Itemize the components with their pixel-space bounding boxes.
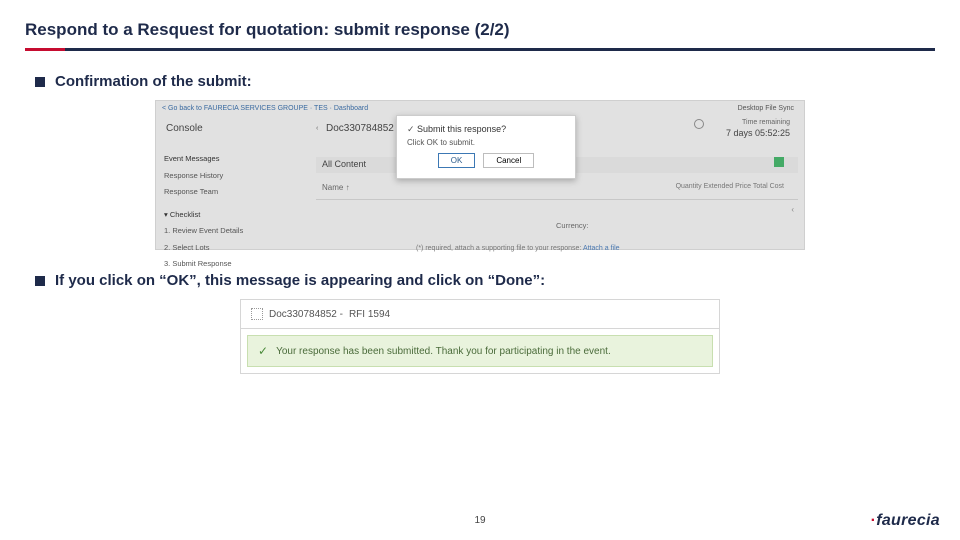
doc-number: Doc330784852 - (269, 309, 343, 320)
bullet-icon (35, 77, 45, 87)
brand-logo: ·faurecia (871, 512, 940, 530)
clock-icon (694, 119, 704, 129)
desktop-file-sync: Desktop File Sync (738, 105, 794, 112)
table-menu-icon[interactable] (774, 157, 784, 167)
title-rule (25, 48, 935, 51)
currency-label: Currency: (556, 221, 589, 230)
screenshot-submit-dialog: < Go back to FAURECIA SERVICES GROUPE · … (155, 100, 805, 250)
attach-hint: (*) required, attach a supporting file t… (416, 245, 620, 252)
dialog-subtitle: Click OK to submit. (407, 138, 565, 147)
collapse-caret-icon[interactable]: ‹ (791, 205, 794, 214)
slide-title: Respond to a Resquest for quotation: sub… (25, 20, 935, 40)
bullet-1: Confirmation of the submit: (35, 73, 935, 90)
dialog-title: Submit this response? (407, 124, 565, 135)
back-link[interactable]: < Go back to FAURECIA SERVICES GROUPE · … (162, 105, 368, 112)
cancel-button[interactable]: Cancel (483, 153, 534, 168)
column-group-right: Quantity Extended Price Total Cost (676, 183, 784, 190)
sidebar-item-response-team[interactable]: Response Team (162, 184, 302, 201)
table-divider (316, 199, 798, 200)
chevron-left-icon[interactable]: ‹ (316, 125, 318, 132)
time-remaining-value: 7 days 05:52:25 (726, 128, 790, 138)
page-number: 19 (0, 515, 960, 526)
doc-settings-icon[interactable] (251, 308, 263, 320)
sidebar-checklist-header[interactable]: ▾ Checklist (162, 207, 302, 224)
checklist-step-3[interactable]: 3. Submit Response (162, 256, 302, 273)
sidebar: Event Messages Response History Response… (162, 151, 302, 273)
submit-confirm-dialog: Submit this response? Click OK to submit… (396, 115, 576, 179)
bullet-2: If you click on “OK”, this message is ap… (35, 272, 935, 289)
bullet-1-text: Confirmation of the submit: (55, 73, 252, 90)
sidebar-item-event-messages[interactable]: Event Messages (162, 151, 302, 168)
brand-name: faurecia (876, 512, 940, 529)
all-content-label: All Content (322, 159, 366, 169)
bullet-icon (35, 276, 45, 286)
console-label: Console (166, 123, 203, 134)
rfi-name: RFI 1594 (349, 309, 390, 320)
ok-button[interactable]: OK (438, 153, 476, 168)
attach-file-link[interactable]: Attach a file (583, 245, 620, 252)
bullet-2-text: If you click on “OK”, this message is ap… (55, 272, 545, 289)
time-remaining-label: Time remaining (742, 119, 790, 126)
success-banner: ✓ Your response has been submitted. Than… (247, 335, 713, 367)
checklist-step-2[interactable]: 2. Select Lots (162, 240, 302, 257)
column-name[interactable]: Name ↑ (322, 183, 350, 192)
checklist-step-1[interactable]: 1. Review Event Details (162, 223, 302, 240)
screenshot-submitted-banner: Doc330784852 - RFI 1594 ✓ Your response … (240, 299, 720, 374)
checkmark-icon: ✓ (258, 344, 268, 358)
doc-header-row: Doc330784852 - RFI 1594 (241, 300, 719, 329)
success-message: Your response has been submitted. Thank … (276, 346, 611, 357)
sidebar-item-response-history[interactable]: Response History (162, 168, 302, 185)
attach-hint-text: (*) required, attach a supporting file t… (416, 245, 581, 252)
